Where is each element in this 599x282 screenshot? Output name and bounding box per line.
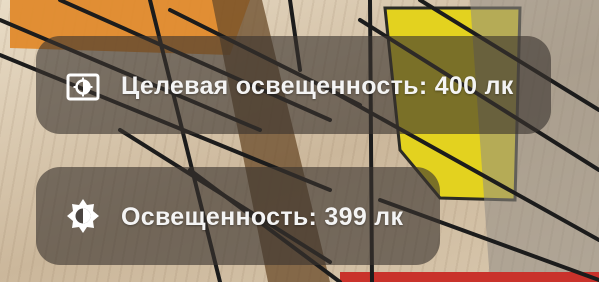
brightness-icon — [65, 198, 101, 234]
current-illuminance-panel: Освещенность: 399 лк — [36, 167, 440, 265]
brightness-target-icon — [65, 69, 101, 105]
current-illuminance-label: Освещенность: 399 лк — [121, 203, 404, 231]
camera-scene: Целевая освещенность: 400 лк Освещенност… — [0, 0, 599, 282]
target-illuminance-panel: Целевая освещенность: 400 лк — [36, 36, 551, 134]
target-illuminance-label: Целевая освещенность: 400 лк — [121, 72, 514, 100]
